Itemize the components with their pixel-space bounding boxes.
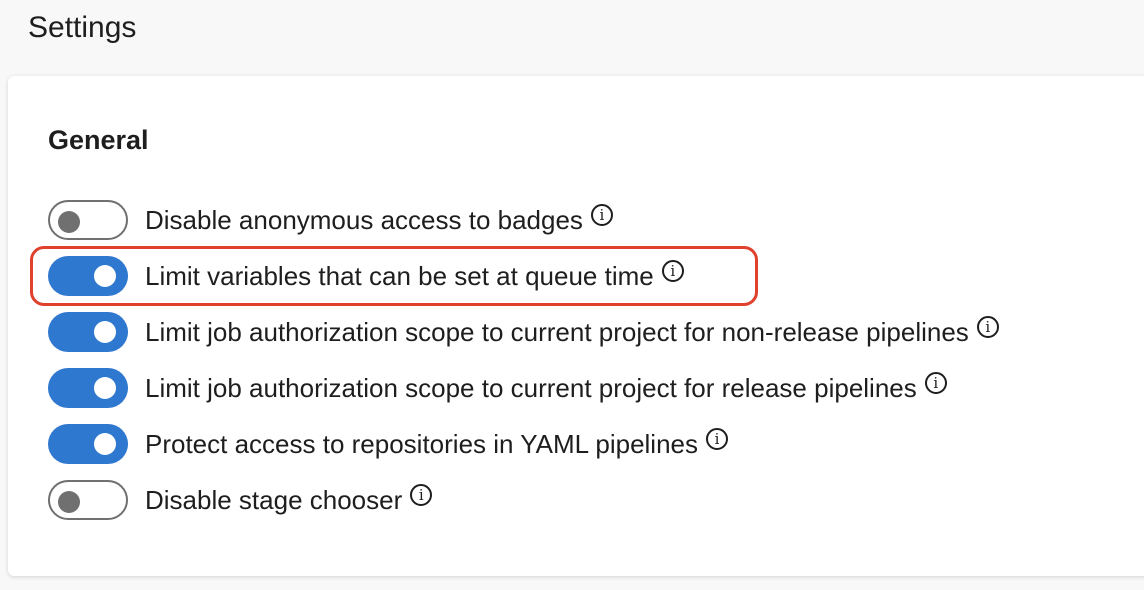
- setting-row: Disable anonymous access to badges i: [48, 200, 613, 240]
- info-icon[interactable]: i: [706, 428, 729, 450]
- setting-label: Protect access to repositories in YAML p…: [145, 428, 699, 459]
- settings-card: General Disable anonymous access to badg…: [8, 76, 1144, 576]
- info-icon[interactable]: i: [661, 260, 684, 282]
- info-icon[interactable]: i: [976, 316, 999, 338]
- setting-label: Limit job authorization scope to current…: [145, 372, 917, 403]
- setting-label: Limit job authorization scope to current…: [145, 316, 969, 347]
- setting-toggle[interactable]: [48, 200, 128, 240]
- setting-row: Limit job authorization scope to current…: [48, 368, 947, 408]
- setting-row: Disable stage chooser i: [48, 480, 433, 520]
- setting-toggle[interactable]: [48, 480, 128, 520]
- info-icon[interactable]: i: [590, 204, 613, 226]
- setting-row: Limit job authorization scope to current…: [48, 312, 999, 352]
- toggle-knob: [94, 377, 116, 399]
- section-title-general: General: [48, 125, 149, 155]
- setting-label: Limit variables that can be set at queue…: [145, 260, 654, 291]
- setting-toggle[interactable]: [48, 368, 128, 408]
- info-icon[interactable]: i: [924, 372, 947, 394]
- toggle-knob: [58, 211, 80, 233]
- setting-toggle[interactable]: [48, 312, 128, 352]
- toggle-knob: [58, 491, 80, 513]
- info-icon[interactable]: i: [410, 484, 433, 506]
- toggle-knob: [94, 265, 116, 287]
- toggle-knob: [94, 321, 116, 343]
- setting-row: Protect access to repositories in YAML p…: [48, 424, 729, 464]
- setting-row: Limit variables that can be set at queue…: [48, 256, 684, 296]
- setting-toggle[interactable]: [48, 256, 128, 296]
- setting-label: Disable anonymous access to badges: [145, 204, 583, 235]
- setting-label: Disable stage chooser: [145, 484, 403, 515]
- setting-toggle[interactable]: [48, 424, 128, 464]
- toggle-knob: [94, 433, 116, 455]
- page-title: Settings: [28, 11, 137, 44]
